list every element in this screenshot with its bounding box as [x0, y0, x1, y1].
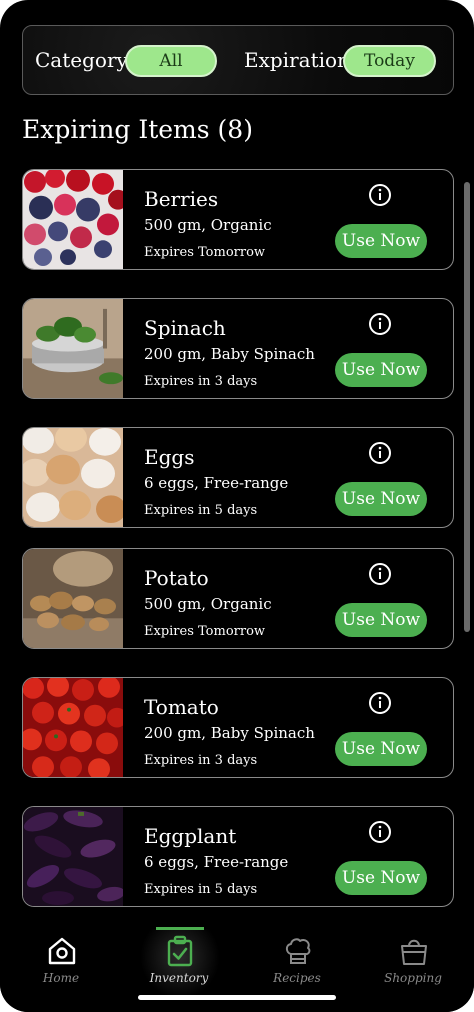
use-now-button[interactable]: Use Now — [335, 224, 427, 258]
info-icon[interactable] — [368, 691, 392, 715]
info-icon[interactable] — [368, 820, 392, 844]
tab-label: Inventory — [149, 971, 209, 985]
item-detail: 6 eggs, Free-range — [144, 853, 289, 871]
item-card-berries[interactable]: Berries 500 gm, Organic Expires Tomorrow… — [22, 169, 454, 270]
use-now-button[interactable]: Use Now — [335, 732, 427, 766]
item-card-spinach[interactable]: Spinach 200 gm, Baby Spinach Expires in … — [22, 298, 454, 399]
spinach-image — [23, 299, 123, 398]
expiration-filter-pill[interactable]: Today — [343, 45, 436, 77]
potato-image — [23, 549, 123, 648]
item-expiry: Expires in 5 days — [144, 503, 258, 518]
use-now-button[interactable]: Use Now — [335, 353, 427, 387]
item-detail: 200 gm, Baby Spinach — [144, 345, 315, 363]
category-label: Category — [35, 48, 128, 72]
item-name: Potato — [144, 566, 209, 590]
shopping-bag-icon — [401, 939, 427, 965]
eggs-image — [23, 428, 123, 527]
berries-image — [23, 170, 123, 269]
info-icon[interactable] — [368, 312, 392, 336]
item-detail: 200 gm, Baby Spinach — [144, 724, 315, 742]
info-icon[interactable] — [368, 441, 392, 465]
item-expiry: Expires Tomorrow — [144, 245, 266, 260]
item-expiry: Expires in 3 days — [144, 753, 258, 768]
filter-bar: Category All Expiration Today — [22, 25, 454, 95]
info-icon[interactable] — [368, 183, 392, 207]
info-icon[interactable] — [368, 562, 392, 586]
item-expiry: Expires Tomorrow — [144, 624, 266, 639]
item-expiry: Expires in 3 days — [144, 374, 258, 389]
tab-label: Home — [42, 971, 80, 985]
chef-hat-icon — [285, 938, 311, 964]
item-name: Spinach — [144, 316, 226, 340]
use-now-button[interactable]: Use Now — [335, 861, 427, 895]
item-expiry: Expires in 5 days — [144, 882, 258, 897]
item-name: Tomato — [144, 695, 219, 719]
tab-shopping[interactable]: Shopping — [354, 915, 472, 1012]
home-icon — [48, 937, 76, 965]
use-now-button[interactable]: Use Now — [335, 603, 427, 637]
scrollbar[interactable] — [464, 182, 470, 632]
item-card-eggplant[interactable]: Eggplant 6 eggs, Free-range Expires in 5… — [22, 806, 454, 907]
section-title: Expiring Items (8) — [22, 115, 253, 144]
app-screen: Category All Expiration Today Expiring I… — [0, 0, 474, 1012]
expiration-label: Expiration — [244, 48, 350, 72]
item-card-tomato[interactable]: Tomato 200 gm, Baby Spinach Expires in 3… — [22, 677, 454, 778]
item-name: Eggs — [144, 445, 195, 469]
item-card-potato[interactable]: Potato 500 gm, Organic Expires Tomorrow … — [22, 548, 454, 649]
item-detail: 500 gm, Organic — [144, 216, 272, 234]
item-name: Eggplant — [144, 824, 237, 848]
item-detail: 6 eggs, Free-range — [144, 474, 289, 492]
tab-label: Shopping — [384, 971, 442, 985]
item-card-eggs[interactable]: Eggs 6 eggs, Free-range Expires in 5 day… — [22, 427, 454, 528]
tab-home[interactable]: Home — [2, 915, 120, 1012]
home-indicator[interactable] — [138, 995, 336, 1000]
eggplant-image — [23, 807, 123, 906]
tomato-image — [23, 678, 123, 777]
tab-label: Recipes — [273, 971, 321, 985]
item-detail: 500 gm, Organic — [144, 595, 272, 613]
category-filter-pill[interactable]: All — [125, 45, 217, 77]
use-now-button[interactable]: Use Now — [335, 482, 427, 516]
item-name: Berries — [144, 187, 219, 211]
active-tab-indicator — [156, 927, 204, 930]
clipboard-check-icon — [167, 935, 193, 967]
